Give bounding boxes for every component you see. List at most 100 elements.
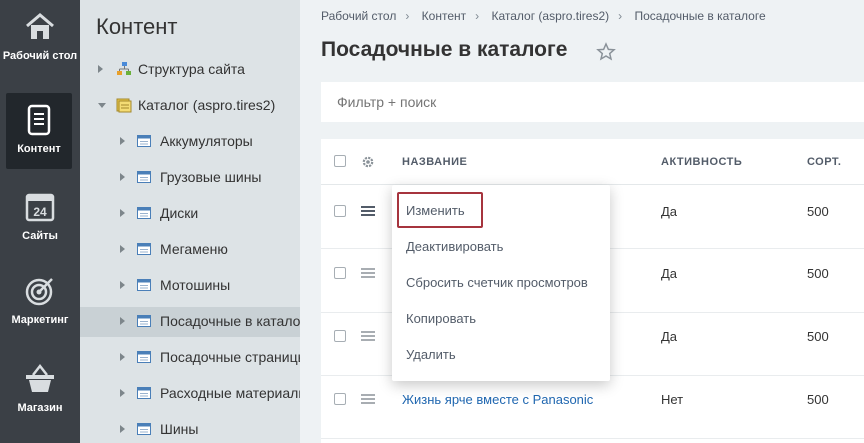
section-icon [137,387,151,399]
row-checkbox[interactable] [334,330,346,342]
svg-text:24: 24 [33,205,47,219]
tree-item-site-structure[interactable]: Структура сайта [80,55,300,85]
rail-item-label: Маркетинг [11,314,69,326]
section-icon [137,207,151,219]
section-icon [137,135,151,147]
row-active-cell: Нет [661,392,684,407]
tree-item-tires[interactable]: Шины [80,415,300,443]
tree-item-label: Шины [160,421,199,437]
tree-item-label: Посадочные страницы [160,349,300,365]
page-title: Посадочные в каталоге [321,38,568,61]
home-icon [26,13,54,39]
tree-item-wheels[interactable]: Диски [80,199,300,229]
row-checkbox[interactable] [334,267,346,279]
rail-item-label: Рабочий стол [2,50,78,62]
row-active-cell: Да [661,204,678,219]
section-icon [137,423,151,435]
target-icon [25,278,53,306]
tree-item-label: Мегаменю [160,241,228,257]
row-name-link[interactable]: Жизнь ярче вместе с Panasonic [402,392,593,407]
tree-item-moto-tires[interactable]: Мотошины [80,271,300,301]
rail-item-desktop[interactable]: Рабочий стол [0,10,80,62]
expand-arrow-icon[interactable] [120,137,125,145]
collapse-arrow-icon[interactable] [98,103,106,108]
tree-item-label: Мотошины [160,277,231,293]
breadcrumb-separator-icon: › [405,9,410,23]
section-icon [137,315,151,327]
document-icon [27,104,51,136]
menu-item-reset-views[interactable]: Сбросить счетчик просмотров [406,275,588,290]
select-all-checkbox[interactable] [334,155,346,167]
row-actions-menu-icon[interactable] [361,268,375,278]
catalog-icon [116,98,132,113]
row-actions-menu-icon[interactable] [361,206,375,216]
left-nav-rail: Рабочий стол Контент 24 Сайты Маркетинг [0,0,80,443]
rail-item-sites[interactable]: 24 Сайты [0,190,80,242]
row-sort-cell: 500 [807,329,829,344]
column-header-sort[interactable]: СОРТ. [807,156,841,168]
tree-item-batteries[interactable]: Аккумуляторы [80,127,300,157]
rail-item-content[interactable]: Контент [6,93,72,169]
section-icon [137,243,151,255]
breadcrumb-item[interactable]: Каталог (aspro.tires2) [491,9,609,23]
basket-icon [26,363,54,392]
tree-item-catalog-landings[interactable]: Посадочные в каталоге [80,307,300,337]
breadcrumb-item[interactable]: Рабочий стол [321,9,396,23]
expand-arrow-icon[interactable] [120,173,125,181]
rail-item-marketing[interactable]: Маркетинг [0,274,80,326]
tree-item-label: Грузовые шины [160,169,262,185]
sitemap-icon [117,62,131,75]
row-active-cell: Да [661,266,678,281]
expand-arrow-icon[interactable] [120,281,125,289]
calendar-icon: 24 [25,193,55,222]
breadcrumb-separator-icon: › [475,9,480,23]
table-row[interactable]: Жизнь ярче вместе с Panasonic Нет 500 [321,376,864,439]
rail-item-shop[interactable]: Магазин [0,362,80,414]
expand-arrow-icon[interactable] [98,65,103,73]
expand-arrow-icon[interactable] [120,209,125,217]
expand-arrow-icon[interactable] [120,353,125,361]
tree-title: Контент [96,14,178,39]
tree-item-landing-pages[interactable]: Посадочные страницы [80,343,300,373]
expand-arrow-icon[interactable] [120,425,125,433]
rail-item-label: Контент [17,143,61,155]
row-actions-menu-icon[interactable] [361,394,375,404]
row-actions-menu-icon[interactable] [361,331,375,341]
tree-item-consumables[interactable]: Расходные материалы [80,379,300,409]
tree-item-truck-tires[interactable]: Грузовые шины [80,163,300,193]
breadcrumb-item[interactable]: Контент [422,9,466,23]
section-icon [137,171,151,183]
breadcrumb-item-current[interactable]: Посадочные в каталоге [634,9,765,23]
expand-arrow-icon[interactable] [120,245,125,253]
menu-item-edit[interactable]: Изменить [397,192,483,228]
row-sort-cell: 500 [807,266,829,281]
row-sort-cell: 500 [807,392,829,407]
column-header-name[interactable]: НАЗВАНИЕ [402,156,467,168]
tree-item-label: Структура сайта [138,61,245,77]
menu-item-copy[interactable]: Копировать [406,311,476,326]
row-context-menu: Изменить Деактивировать Сбросить счетчик… [392,185,610,381]
tree-item-label: Диски [160,205,199,221]
section-icon [137,279,151,291]
grid-header: НАЗВАНИЕ АКТИВНОСТЬ СОРТ. [321,139,864,185]
row-checkbox[interactable] [334,205,346,217]
tree-item-label: Расходные материалы [160,385,300,401]
column-header-active[interactable]: АКТИВНОСТЬ [661,156,742,168]
tree-item-label: Посадочные в каталоге [160,313,300,329]
tree-item-catalog[interactable]: Каталог (aspro.tires2) [80,91,300,121]
row-checkbox[interactable] [334,393,346,405]
rail-item-label: Сайты [22,230,58,242]
expand-arrow-icon[interactable] [120,389,125,397]
gear-icon[interactable] [361,155,375,169]
rail-item-label: Магазин [17,402,63,414]
menu-item-deactivate[interactable]: Деактивировать [406,239,503,254]
menu-item-delete[interactable]: Удалить [406,347,456,362]
content-tree-panel: Контент Структура сайта Каталог (aspro.t… [80,0,300,443]
tree-item-label: Каталог (aspro.tires2) [138,97,276,113]
star-icon[interactable] [596,42,616,62]
breadcrumb-separator-icon: › [618,9,623,23]
tree-item-megamenu[interactable]: Мегаменю [80,235,300,265]
row-sort-cell: 500 [807,204,829,219]
filter-search-input[interactable] [321,82,864,122]
expand-arrow-icon[interactable] [120,317,125,325]
